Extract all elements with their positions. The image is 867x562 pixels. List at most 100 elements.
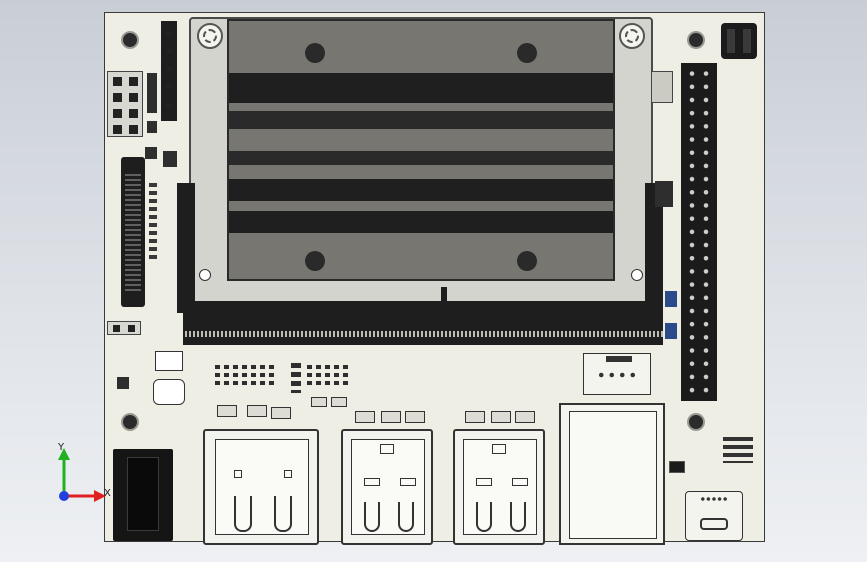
pin bbox=[113, 109, 122, 118]
gpio-pins bbox=[685, 67, 713, 397]
passive-array bbox=[291, 363, 301, 393]
sodimm-latch-left[interactable] bbox=[177, 183, 195, 313]
usb-port-icon[interactable] bbox=[203, 429, 319, 545]
soic-chip bbox=[217, 405, 237, 417]
gpio-header-icon[interactable] bbox=[681, 63, 717, 401]
usb-latch bbox=[492, 444, 506, 454]
screw-icon bbox=[197, 23, 223, 49]
usb-slot bbox=[463, 439, 537, 535]
connector-pins bbox=[596, 372, 638, 378]
usb-spring bbox=[364, 502, 380, 532]
heatsink-screw-icon bbox=[305, 251, 325, 271]
led-indicator bbox=[665, 291, 677, 307]
micro-usb-pins bbox=[700, 496, 728, 502]
mounting-hole-icon bbox=[121, 413, 139, 431]
mounting-hole-icon bbox=[687, 413, 705, 431]
ic-chip bbox=[163, 151, 177, 167]
usb-latch bbox=[364, 478, 380, 486]
usb-spring bbox=[476, 502, 492, 532]
pin bbox=[113, 125, 122, 134]
heatsink-screw-icon bbox=[517, 43, 537, 63]
ic-chip bbox=[117, 377, 129, 389]
heatsink-fin bbox=[229, 73, 613, 103]
fpc-pins bbox=[125, 171, 141, 291]
soic-chip bbox=[247, 405, 267, 417]
x-axis-label: X bbox=[104, 488, 111, 499]
usb-port-icon[interactable] bbox=[341, 429, 433, 545]
pin bbox=[128, 325, 135, 332]
usb-spring bbox=[510, 502, 526, 532]
fan-connector[interactable] bbox=[583, 353, 651, 395]
heatsink-fin bbox=[229, 179, 613, 201]
connector-latch bbox=[606, 356, 632, 362]
heatsink-fin bbox=[229, 111, 613, 129]
z-axis-dot bbox=[59, 491, 69, 501]
pin bbox=[113, 93, 122, 102]
soic-chip bbox=[405, 411, 425, 423]
pin bbox=[166, 31, 172, 35]
heatsink-fin bbox=[229, 151, 613, 165]
jack-opening bbox=[127, 457, 159, 531]
sodimm-connector bbox=[183, 287, 663, 345]
usb-slot bbox=[215, 439, 309, 535]
heatsink-screw-icon bbox=[517, 251, 537, 271]
pcb-board[interactable] bbox=[104, 12, 765, 545]
pin bbox=[727, 29, 735, 53]
ic-chip bbox=[655, 181, 673, 207]
soic-chip bbox=[381, 411, 401, 423]
usb-latch bbox=[476, 478, 492, 486]
ic-chip bbox=[651, 71, 673, 103]
usb-latch bbox=[512, 478, 528, 486]
ic-chip bbox=[147, 73, 157, 113]
usb-latch bbox=[234, 470, 242, 478]
usb-spring bbox=[398, 502, 414, 532]
axis-triad: Y X bbox=[52, 438, 112, 504]
mounting-hole-icon bbox=[121, 31, 139, 49]
pin bbox=[743, 29, 751, 53]
soic-chip bbox=[355, 411, 375, 423]
passive-array bbox=[723, 437, 753, 463]
sodimm-pins bbox=[183, 331, 663, 337]
power-button-header[interactable] bbox=[107, 321, 141, 335]
passive-array bbox=[307, 365, 351, 389]
usb-latch bbox=[380, 444, 394, 454]
sodimm-key bbox=[441, 287, 447, 303]
pin bbox=[166, 67, 172, 71]
usb-spring bbox=[234, 496, 252, 532]
component-outline bbox=[155, 351, 183, 371]
ethernet-opening bbox=[569, 411, 657, 539]
capacitor-column bbox=[149, 183, 157, 263]
heatsink[interactable] bbox=[227, 19, 615, 281]
fiducial-icon bbox=[199, 269, 211, 281]
soic-chip bbox=[515, 411, 535, 423]
jumper-block[interactable] bbox=[107, 71, 143, 137]
screw-icon bbox=[619, 23, 645, 49]
ic-chip bbox=[145, 147, 157, 159]
pin-header[interactable] bbox=[161, 21, 177, 121]
power-jack-icon[interactable] bbox=[113, 449, 173, 541]
soic-chip bbox=[331, 397, 347, 407]
micro-usb-icon[interactable] bbox=[685, 491, 743, 541]
heatsink-screw-icon bbox=[305, 43, 325, 63]
ethernet-port-icon[interactable] bbox=[559, 403, 665, 545]
led-indicator bbox=[665, 323, 677, 339]
y-axis-label: Y bbox=[58, 442, 65, 453]
pin bbox=[166, 49, 172, 53]
soic-chip bbox=[311, 397, 327, 407]
pin bbox=[129, 109, 138, 118]
fan-jumper[interactable] bbox=[721, 23, 757, 59]
pin bbox=[129, 77, 138, 86]
soic-chip bbox=[465, 411, 485, 423]
soic-chip bbox=[491, 411, 511, 423]
usb-slot bbox=[351, 439, 425, 535]
pin bbox=[166, 103, 172, 107]
led-indicator bbox=[669, 461, 685, 473]
pin bbox=[166, 85, 172, 89]
fpc-connector[interactable] bbox=[121, 157, 145, 307]
micro-usb-opening bbox=[700, 518, 728, 530]
passive-array bbox=[215, 365, 275, 389]
soic-chip bbox=[271, 407, 291, 419]
usb-port-icon[interactable] bbox=[453, 429, 545, 545]
pin bbox=[113, 77, 122, 86]
pin bbox=[113, 325, 120, 332]
